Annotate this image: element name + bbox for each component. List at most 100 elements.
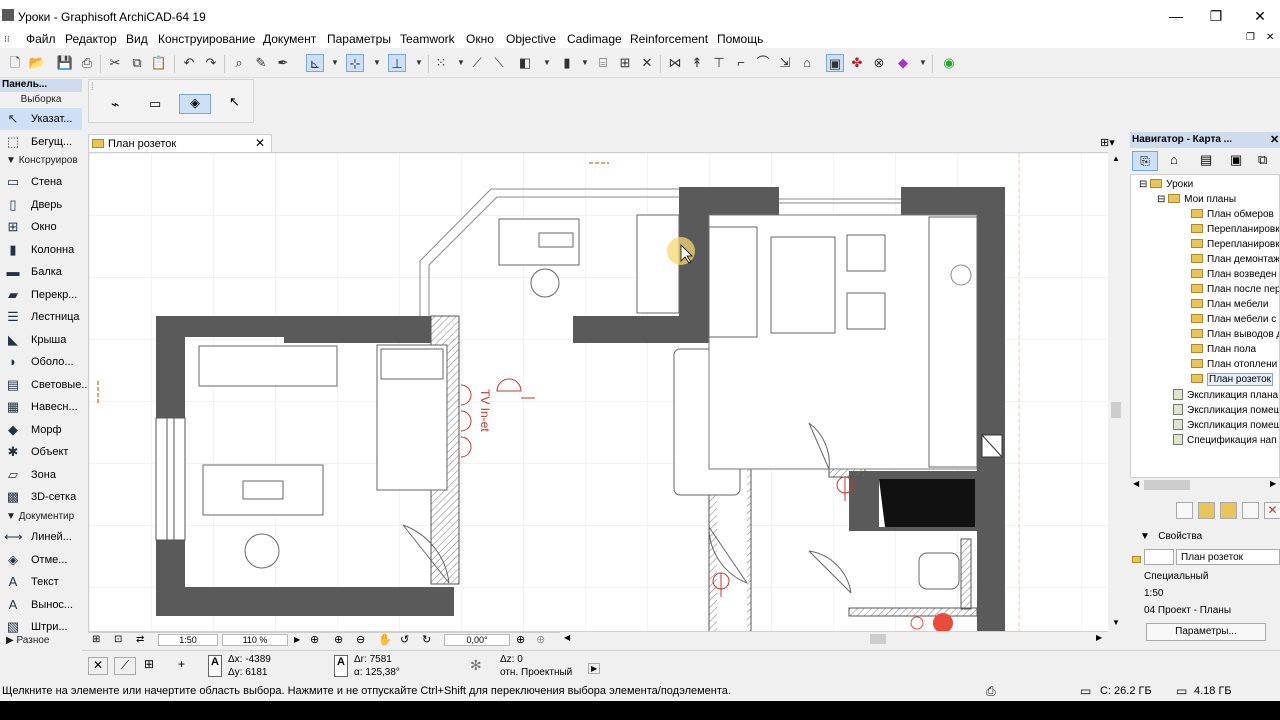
view-set[interactable]: 04 Проект - Планы — [1144, 605, 1231, 616]
tree-folder-my-plans[interactable]: ⊟ Мои планы — [1157, 192, 1236, 207]
minimize-button[interactable]: — — [1162, 6, 1190, 26]
teamwork-icon[interactable]: ◉ — [940, 54, 958, 72]
trim-icon[interactable]: ⟋ — [468, 54, 486, 72]
relative-x-icon[interactable]: A — [208, 655, 222, 677]
scroll-left-icon[interactable]: ◀ — [564, 633, 570, 642]
cut-icon[interactable]: ✂ — [106, 54, 124, 72]
horizontal-scroll-thumb[interactable] — [870, 634, 886, 644]
open-file-icon[interactable]: 📂 — [28, 54, 46, 72]
scroll-left-icon[interactable]: ◀ — [1133, 479, 1139, 488]
reference-menu-icon[interactable]: ▶ — [588, 663, 601, 674]
tool-zone[interactable]: ▱ Зона — [0, 464, 82, 486]
properties-toggle[interactable]: ▼ Свойства — [1140, 531, 1202, 542]
new-file-icon[interactable]: 🗋 — [6, 54, 24, 72]
fit-window-icon[interactable]: ⊕ — [310, 633, 319, 646]
grid-snap-icon[interactable]: ⁙ — [432, 54, 450, 72]
tree-plan-item[interactable]: Перепланировк — [1191, 222, 1279, 237]
settings-button[interactable]: Параметры... — [1146, 623, 1266, 641]
tree-schedule-item[interactable]: Экспликация помещ — [1173, 418, 1279, 433]
layers-icon[interactable]: ◧ — [516, 54, 534, 72]
inject-icon[interactable]: ✒ — [274, 54, 292, 72]
section-document[interactable]: ▼ Документир — [0, 511, 82, 525]
orientation-reset-icon[interactable]: ⊕ — [536, 633, 545, 646]
set-orientation-icon[interactable]: ⊕ — [516, 633, 525, 646]
layer-icon[interactable]: ⇄ — [136, 634, 144, 645]
menu-file[interactable]: Файл — [26, 32, 56, 46]
save-icon[interactable]: 💾 — [56, 54, 74, 72]
menu-edit[interactable]: Редактор — [65, 32, 117, 46]
angle[interactable]: α: 125,38° — [354, 667, 400, 678]
menu-help[interactable]: Помощь — [717, 32, 763, 46]
tool-text[interactable]: A Текст — [0, 571, 82, 593]
delta-x[interactable]: Δx: -4389 — [228, 654, 271, 665]
tree-plan-item[interactable]: План демонтаж — [1191, 252, 1279, 267]
scroll-right-icon[interactable]: ▶ — [1270, 479, 1276, 488]
tree-schedule-item[interactable]: Экспликация плана — [1173, 388, 1278, 403]
tool-roof[interactable]: ◣ Крыша — [0, 329, 82, 351]
menu-objective[interactable]: Objective — [506, 32, 556, 46]
vertical-scroll-thumb[interactable] — [1111, 402, 1121, 418]
delta-y[interactable]: Δy: 6181 — [228, 667, 267, 678]
stairs-icon[interactable]: ⌸ — [594, 54, 612, 72]
tree-root[interactable]: ⊟ Уроки — [1139, 177, 1193, 192]
view-map-icon[interactable]: ⌂ — [1170, 152, 1178, 167]
scroll-right-icon[interactable]: ▶ — [1096, 633, 1102, 642]
gravity-icon[interactable]: ⊥ — [388, 54, 406, 72]
project-map-icon[interactable]: ⎘ — [1132, 151, 1158, 171]
tool-level-dimension[interactable]: ◈ Отме... — [0, 549, 82, 571]
relative-r-icon[interactable]: A — [334, 655, 348, 677]
tool-window[interactable]: ⊞ Окно — [0, 216, 82, 238]
menu-design[interactable]: Конструирование — [158, 32, 255, 46]
printer-icon[interactable]: ⎙ — [986, 684, 996, 699]
tree-plan-item[interactable]: План мебели с з — [1191, 312, 1279, 327]
new-view-icon[interactable] — [1176, 502, 1193, 519]
tool-curtain-wall[interactable]: ▦ Навесн... — [0, 396, 82, 418]
publisher-icon[interactable]: ▣ — [1230, 152, 1242, 168]
group-icon[interactable]: ▣ — [826, 54, 844, 72]
zoom-out-icon[interactable]: ⊖ — [356, 633, 365, 646]
adjust-icon[interactable]: ⌐ — [732, 54, 750, 72]
canvas-vertical-scrollbar[interactable]: ▲ ▼ — [1108, 152, 1124, 632]
intersect-icon[interactable]: ⊤ — [710, 54, 728, 72]
suspend-groups-icon[interactable]: ✤ — [848, 54, 866, 72]
quick-options-icon[interactable]: ⊞ — [92, 634, 100, 645]
zoom-preview-icon[interactable]: ⊡ — [114, 634, 122, 645]
view-type[interactable]: Специальный — [1144, 571, 1208, 582]
tree-horizontal-scrollbar[interactable]: ◀ ▶ — [1130, 478, 1280, 492]
print-icon[interactable]: ⎙ — [78, 54, 96, 72]
render-icon[interactable]: ◆ — [894, 54, 912, 72]
delta-r[interactable]: Δr: 7581 — [354, 654, 392, 665]
tool-shell[interactable]: ◗ Оболо... — [0, 351, 82, 373]
rotated-rectangle-icon[interactable]: ◈ — [179, 94, 211, 114]
delta-z[interactable]: Δz: 0 — [500, 654, 523, 665]
polygon-select-icon[interactable]: ⌁ — [111, 96, 119, 113]
reference-level[interactable]: отн. Проектный — [500, 667, 572, 678]
add-point-icon[interactable]: + — [178, 657, 185, 671]
tool-skylight[interactable]: ▤ Световые... — [0, 374, 91, 396]
delete-icon[interactable]: ✕ — [1264, 502, 1280, 519]
lock-icon[interactable]: ⊗ — [870, 54, 888, 72]
scale-field[interactable]: 1:50 — [158, 634, 218, 646]
fillet-icon[interactable]: ⌒ — [754, 54, 772, 72]
tree-scroll-thumb[interactable] — [1144, 480, 1190, 490]
orientation-field[interactable]: 0,00° — [444, 634, 510, 646]
chevron-down-icon[interactable]: ▼ — [368, 54, 386, 72]
menu-restore-icon[interactable]: ❐ — [1246, 32, 1255, 43]
new-folder-icon[interactable] — [1198, 502, 1215, 519]
view-name-field[interactable]: План розеток — [1176, 549, 1280, 565]
snap-z-icon[interactable]: ✻ — [470, 657, 482, 674]
tab-options-icon[interactable]: ⊞▾ — [1100, 136, 1115, 149]
menu-cadimage[interactable]: Cadimage — [567, 32, 622, 46]
tool-slab[interactable]: ▰ Перекр... — [0, 284, 82, 306]
view-id-field[interactable] — [1144, 549, 1174, 565]
chevron-down-icon[interactable]: ▼ — [538, 54, 556, 72]
tool-object[interactable]: ✱ Объект — [0, 441, 82, 463]
organizer-icon[interactable]: ⧉ — [1258, 152, 1267, 168]
chevron-down-icon[interactable]: ▼ — [326, 54, 344, 72]
paste-icon[interactable]: 📋 — [150, 54, 168, 72]
copy-icon[interactable]: ⧉ — [128, 54, 146, 72]
tool-dimension[interactable]: ⟷ Линей... — [0, 526, 82, 548]
tool-wall[interactable]: ▭ Стена — [0, 171, 82, 193]
snap-guides-icon[interactable]: ⊹ — [346, 54, 364, 72]
tab-close-icon[interactable]: ✕ — [255, 136, 265, 150]
